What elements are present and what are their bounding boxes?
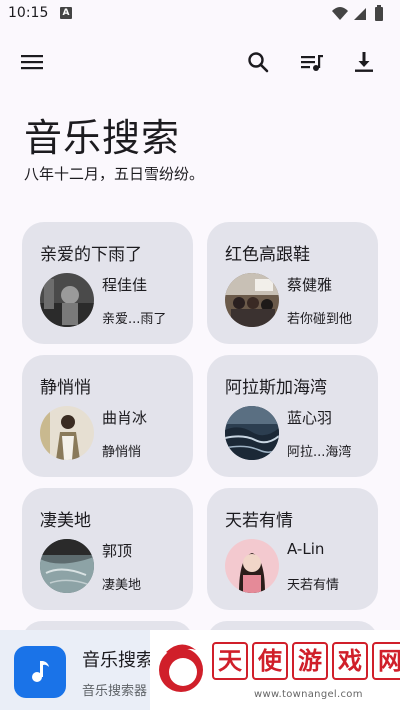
- download-icon: [355, 52, 373, 72]
- song-artist: 蓝心羽: [287, 409, 333, 427]
- song-title: 阿拉斯加海湾: [225, 378, 327, 398]
- playlist-button[interactable]: [290, 40, 334, 84]
- status-time: 10:15: [8, 5, 49, 21]
- song-card[interactable]: 天若有情 A-Lin 天若有情: [207, 488, 378, 610]
- watermark-char: 游: [292, 642, 328, 680]
- song-album: 凄美地: [102, 578, 142, 593]
- song-card[interactable]: 亲爱的下雨了 程佳佳 亲爱...雨了: [22, 222, 193, 344]
- album-cover: [225, 406, 279, 460]
- song-album: 阿拉...海湾: [287, 445, 352, 460]
- signal-icon: [354, 8, 366, 20]
- page-subtitle: 八年十二月，五日雪纷纷。: [24, 165, 205, 183]
- wifi-icon: [332, 7, 348, 20]
- song-card[interactable]: 静悄悄 曲肖冰 静悄悄: [22, 355, 193, 477]
- hamburger-menu-icon: [21, 55, 43, 70]
- song-title: 红色高跟鞋: [225, 245, 310, 265]
- app-banner-title: 音乐搜索: [82, 650, 154, 671]
- battery-icon: [375, 5, 383, 21]
- watermark-text: 天 使 游 戏 网: [212, 642, 400, 680]
- song-artist: 程佳佳: [102, 276, 148, 294]
- search-button[interactable]: [236, 40, 280, 84]
- song-artist: 曲肖冰: [102, 409, 148, 427]
- app-bar: [0, 40, 400, 84]
- song-artist: 蔡健雅: [287, 276, 333, 294]
- song-title: 天若有情: [225, 511, 293, 531]
- song-title: 凄美地: [40, 511, 91, 531]
- page-title: 音乐搜索: [24, 116, 181, 160]
- watermark-char: 天: [212, 642, 248, 680]
- song-album: 亲爱...雨了: [102, 312, 167, 327]
- watermark-logo-icon: [159, 644, 203, 692]
- search-icon: [248, 52, 269, 73]
- music-note-icon: [32, 661, 49, 682]
- album-cover: [40, 273, 94, 327]
- album-cover: [40, 406, 94, 460]
- album-cover: [225, 539, 279, 593]
- watermark-char: 戏: [332, 642, 368, 680]
- song-card[interactable]: 红色高跟鞋 蔡健雅 若你碰到他: [207, 222, 378, 344]
- a-notification-icon: A: [60, 7, 72, 19]
- song-artist: 郭顶: [102, 542, 133, 560]
- watermark-url: www.townangel.com: [254, 689, 363, 700]
- watermark-char: 使: [252, 642, 288, 680]
- album-cover: [40, 539, 94, 593]
- playlist-icon: [301, 55, 323, 71]
- status-icons: [330, 4, 392, 24]
- song-title: 亲爱的下雨了: [40, 245, 142, 265]
- download-button[interactable]: [342, 40, 386, 84]
- app-banner-subtitle: 音乐搜索器: [82, 684, 148, 699]
- watermark-char: 网: [372, 642, 400, 680]
- app-icon: [14, 646, 66, 698]
- album-cover: [225, 273, 279, 327]
- watermark: 天 使 游 戏 网 www.townangel.com: [150, 630, 400, 710]
- song-album: 若你碰到他: [287, 312, 353, 327]
- song-card[interactable]: 凄美地 郭顶 凄美地: [22, 488, 193, 610]
- menu-button[interactable]: [10, 40, 54, 84]
- status-bar: 10:15 A: [0, 0, 400, 28]
- song-album: 静悄悄: [102, 445, 142, 460]
- song-title: 静悄悄: [40, 378, 91, 398]
- song-card[interactable]: 阿拉斯加海湾 蓝心羽 阿拉...海湾: [207, 355, 378, 477]
- song-artist: A-Lin: [287, 540, 325, 558]
- song-album: 天若有情: [287, 578, 340, 593]
